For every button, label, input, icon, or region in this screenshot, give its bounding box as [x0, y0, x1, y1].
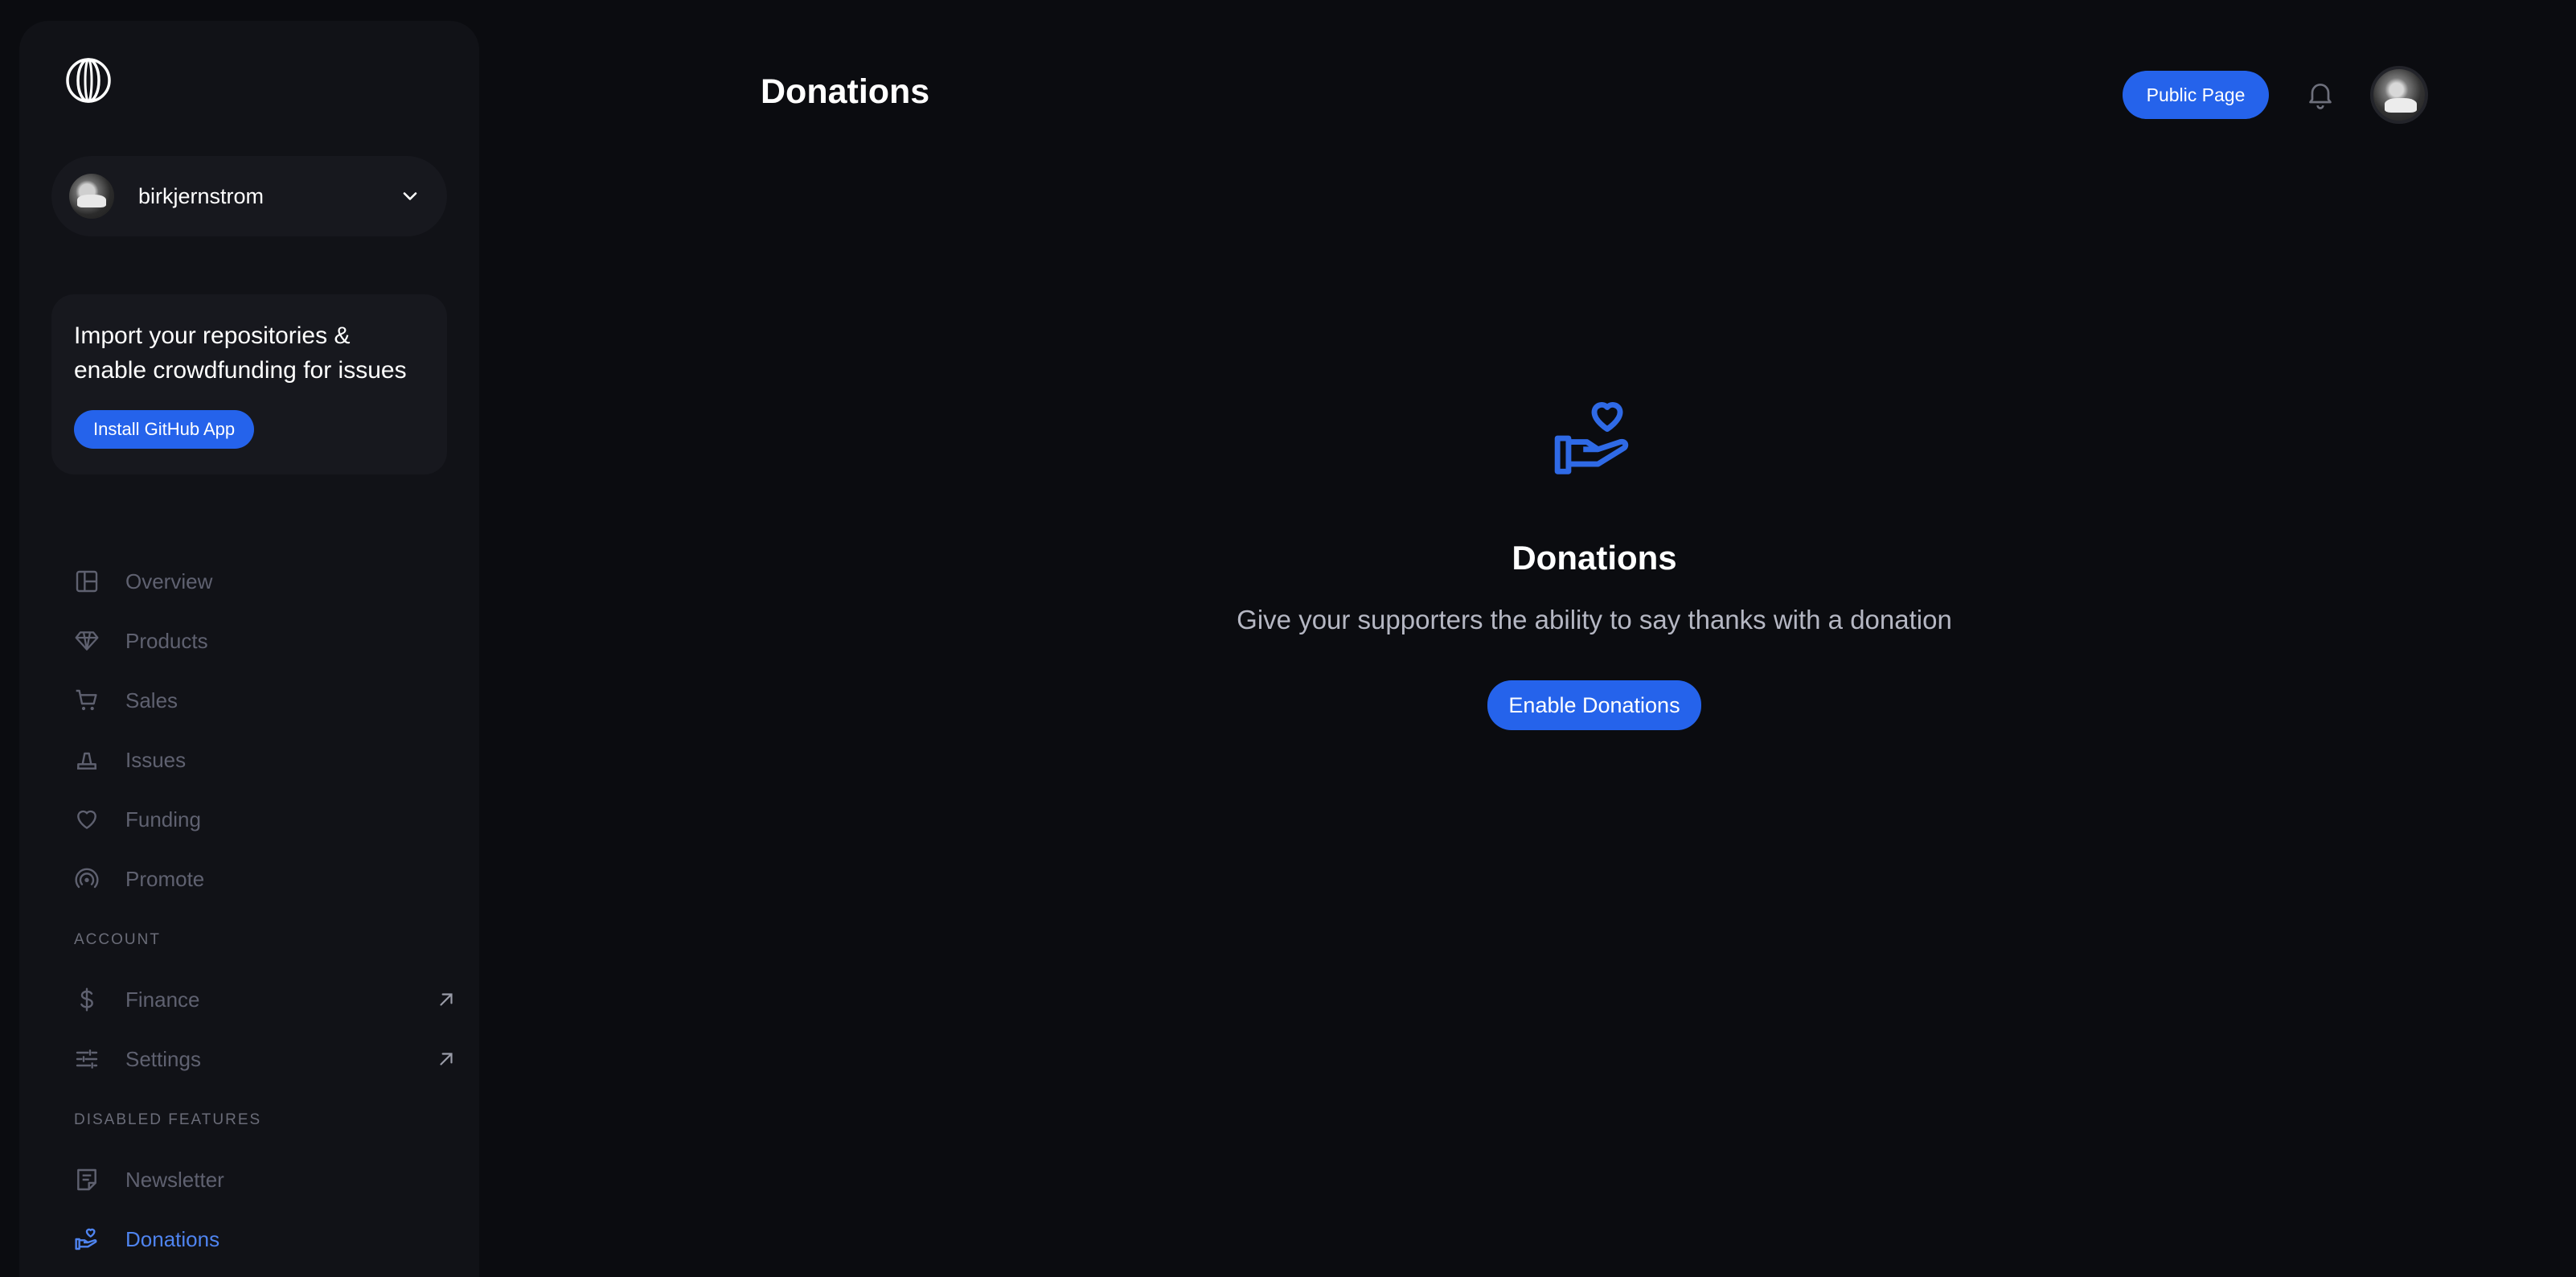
- arrow-up-right-icon: [440, 1053, 453, 1066]
- sidebar-item-label: Issues: [125, 747, 187, 772]
- heart-icon: [77, 810, 96, 829]
- document-icon: [77, 1168, 96, 1191]
- section-label-disabled-features: DISABLED FEATURES: [74, 1111, 262, 1128]
- sliders-icon: [76, 1049, 98, 1069]
- hand-heart-icon: [1554, 401, 1629, 474]
- sidebar-item-products[interactable]: Products: [74, 611, 460, 671]
- app-root: birkjernstrom Import your repositories &…: [0, 0, 2576, 1277]
- sidebar-item-label: Settings: [125, 1046, 201, 1071]
- donations-empty-state: Donations Give your supporters the abili…: [1126, 394, 2063, 730]
- sidebar-item-label: Finance: [125, 987, 200, 1012]
- sidebar-item-label: Sales: [125, 688, 178, 712]
- sidebar-item-label: Donations: [125, 1226, 220, 1251]
- section-label-account: ACCOUNT: [74, 931, 161, 948]
- chevron-down-icon: [403, 192, 417, 200]
- sidebar-item-label: Funding: [125, 807, 201, 831]
- enable-donations-button[interactable]: Enable Donations: [1487, 680, 1701, 730]
- bell-icon[interactable]: [2304, 77, 2336, 111]
- sidebar-item-label: Products: [125, 628, 208, 653]
- sidebar-item-sales[interactable]: Sales: [74, 671, 460, 730]
- account-name: birkjernstrom: [138, 183, 265, 208]
- sidebar-item-newsletter[interactable]: Newsletter: [74, 1150, 460, 1209]
- sidebar-nav: Overview Products Sales Issues Funding P…: [74, 552, 460, 1269]
- arrow-up-right-icon: [440, 993, 453, 1006]
- page-title: Donations: [761, 72, 930, 111]
- sidebar-item-settings[interactable]: Settings: [74, 1029, 460, 1089]
- github-promo-card: Import your repositories & enable crowdf…: [51, 294, 447, 474]
- hand-heart-icon: [75, 1228, 97, 1250]
- sidebar: birkjernstrom Import your repositories &…: [19, 21, 479, 1277]
- sidebar-item-finance[interactable]: Finance: [74, 970, 460, 1029]
- polar-logo-icon[interactable]: [64, 56, 113, 105]
- broadcast-icon: [75, 868, 99, 889]
- sidebar-item-issues[interactable]: Issues: [74, 730, 460, 790]
- diamond-icon: [75, 631, 99, 651]
- empty-state-title: Donations: [1512, 539, 1677, 577]
- layout-icon: [76, 570, 98, 593]
- sidebar-item-label: Promote: [125, 866, 205, 891]
- sidebar-item-label: Newsletter: [125, 1167, 224, 1192]
- sidebar-item-funding[interactable]: Funding: [74, 790, 460, 849]
- empty-state-subtitle: Give your supporters the ability to say …: [1237, 605, 1952, 634]
- avatar: [69, 174, 114, 219]
- account-switcher[interactable]: birkjernstrom: [51, 156, 447, 236]
- user-avatar[interactable]: [2370, 66, 2428, 124]
- promo-title: Import your repositories & enable crowdf…: [74, 322, 407, 384]
- sidebar-item-donations[interactable]: Donations: [74, 1209, 460, 1269]
- public-page-button[interactable]: Public Page: [2123, 71, 2269, 119]
- dollar-icon: [80, 988, 93, 1012]
- install-github-app-button[interactable]: Install GitHub App: [74, 410, 255, 449]
- cart-icon: [76, 689, 97, 711]
- sidebar-item-label: Overview: [125, 569, 213, 593]
- sidebar-item-promote[interactable]: Promote: [74, 849, 460, 909]
- issues-icon: [77, 752, 96, 770]
- sidebar-item-overview[interactable]: Overview: [74, 552, 460, 611]
